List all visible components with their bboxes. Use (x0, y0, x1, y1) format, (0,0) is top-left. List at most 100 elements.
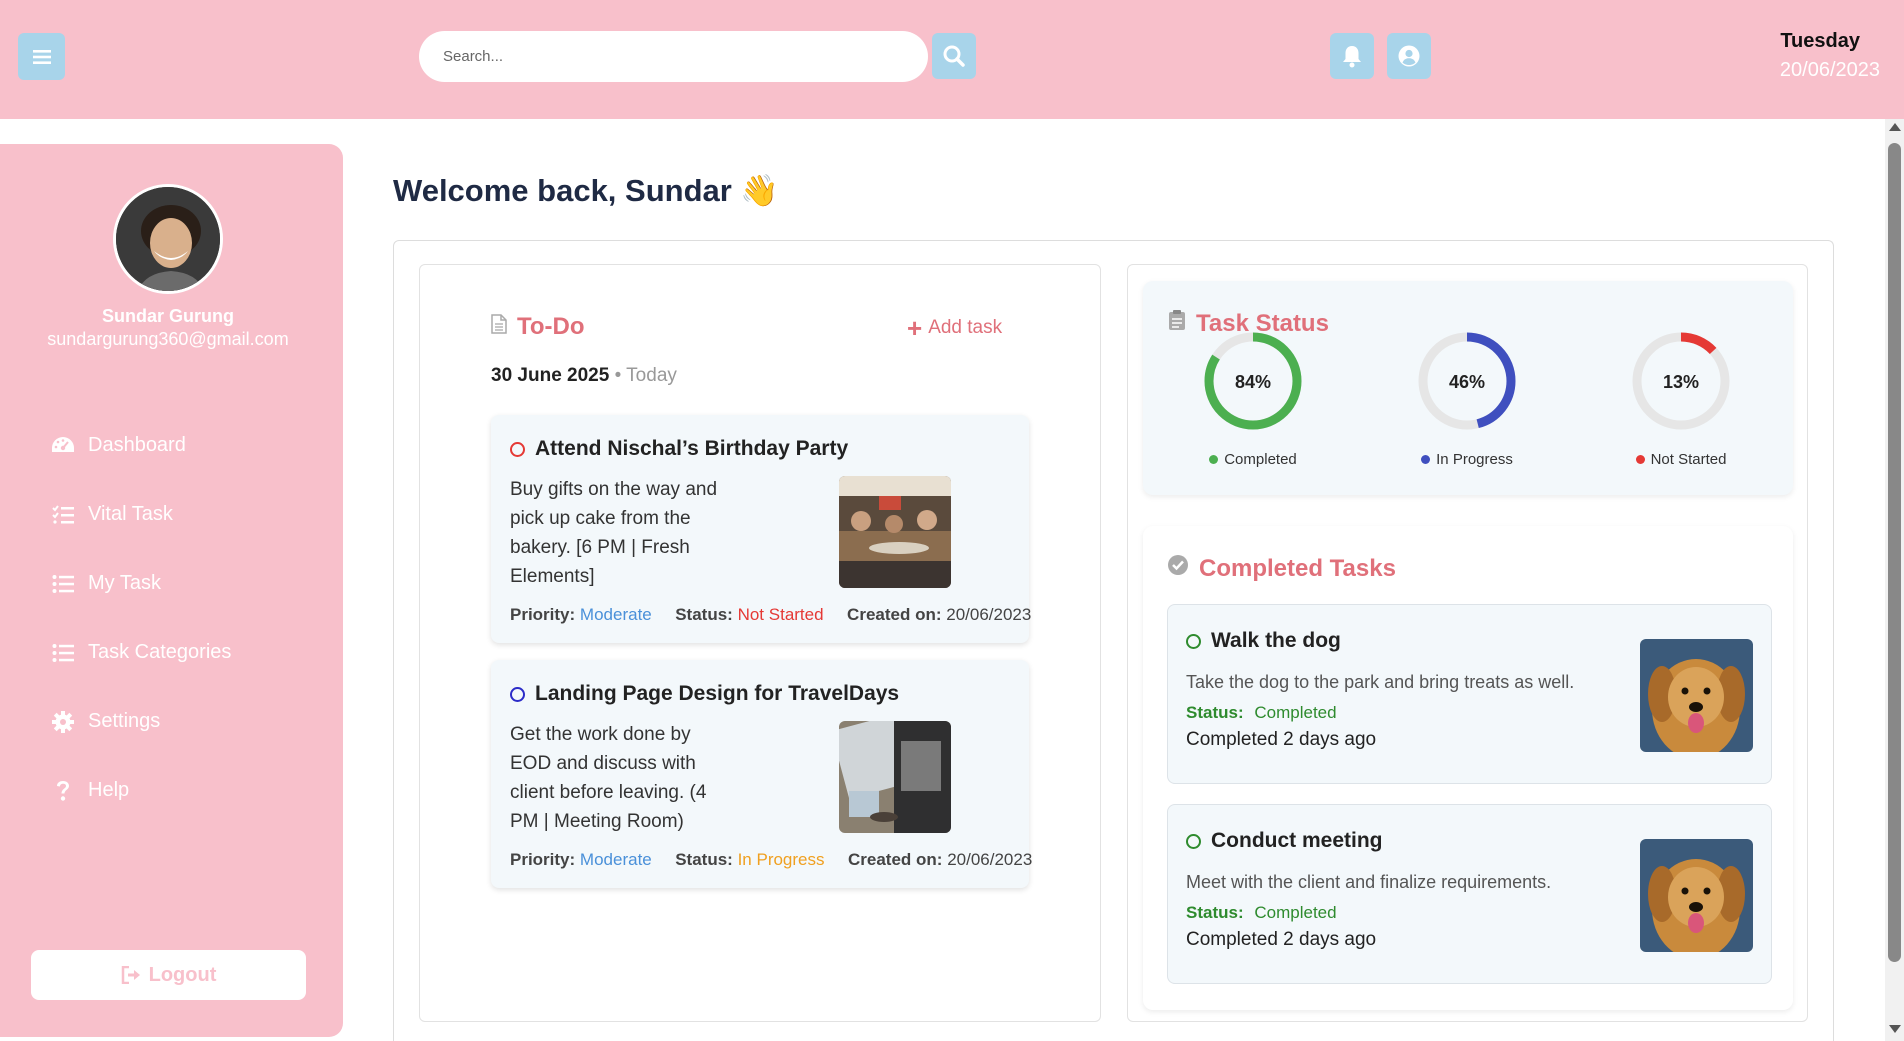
user-circle-icon (1398, 45, 1420, 67)
status-value: Not Started (737, 605, 824, 624)
status-ring-in-progress: 46% In Progress (1417, 331, 1517, 468)
sidebar-item-task-categories[interactable]: Task Categories (50, 618, 231, 687)
page-title: Welcome back, Sundar 👋 (393, 173, 780, 208)
todo-heading: To-Do (491, 313, 585, 341)
created-value: 20/06/2023 (947, 850, 1033, 869)
sidebar-item-label: Task Categories (88, 641, 232, 663)
legend-dot (1209, 455, 1219, 464)
search-input[interactable] (419, 31, 928, 82)
vital-task-icon (50, 502, 76, 528)
legend-dot (1635, 455, 1645, 464)
sidebar-item-label: Settings (88, 710, 161, 732)
scroll-down-arrow-icon[interactable] (1889, 1025, 1901, 1033)
status-ring-completed: 84% Completed (1203, 331, 1303, 468)
search-box (419, 31, 928, 82)
todo-card: To-Do + Add task 30 June 2025 • Today At… (419, 264, 1101, 1022)
ring-legend: In Progress (1387, 451, 1547, 468)
ring-percent: 13% (1663, 372, 1699, 392)
dog-image (1640, 839, 1753, 952)
completed-task[interactable]: Walk the dog Take the dog to the park an… (1167, 604, 1772, 784)
current-date: 20/06/2023 (1779, 59, 1880, 81)
ring-legend: Completed (1173, 451, 1333, 468)
priority-value: Moderate (579, 605, 652, 624)
sidebar-item-settings[interactable]: Settings (50, 687, 231, 756)
status-label: Status: (1186, 703, 1244, 722)
avatar-image (116, 187, 220, 291)
ring-percent: 46% (1449, 372, 1485, 392)
priority-label: Priority: (510, 605, 576, 624)
todo-date-today: • Today (614, 365, 677, 386)
priority-value: Moderate (579, 850, 652, 869)
status-label: Status: (675, 850, 733, 869)
add-task-button[interactable]: + Add task (907, 315, 1002, 341)
task-description: Get the work done by EOD and discuss wit… (510, 724, 707, 832)
add-task-label: Add task (928, 317, 1003, 338)
progress-ring: 46% (1418, 332, 1516, 430)
question-icon (50, 778, 76, 804)
user-email: sundargurung360@gmail.com (47, 329, 289, 349)
task-title-row: Landing Page Design for TravelDays (510, 682, 899, 706)
legend-dot (1421, 455, 1431, 464)
ring-label-text: Not Started (1650, 451, 1727, 468)
task-meta: Priority: Moderate Status: In Progress C… (510, 850, 1032, 870)
task-status: Status: Completed (1186, 903, 1337, 923)
logout-button[interactable]: Logout (31, 950, 306, 1000)
progress-ring: 84% (1204, 332, 1302, 430)
sidebar-item-vital-task[interactable]: Vital Task (50, 480, 231, 549)
status-ring-not-started: 13% Not Started (1631, 331, 1731, 468)
sidebar-item-label: Dashboard (88, 434, 186, 456)
progress-ring: 13% (1632, 332, 1730, 430)
status-label: Status: (1186, 903, 1244, 922)
scroll-up-arrow-icon[interactable] (1889, 123, 1901, 131)
sidebar-item-label: Vital Task (88, 503, 173, 525)
completed-task[interactable]: Conduct meeting Meet with the client and… (1167, 804, 1772, 984)
task-description: Take the dog to the park and bring treat… (1186, 672, 1575, 692)
sidebar-item-label: Help (88, 779, 130, 801)
todo-task[interactable]: Attend Nischal’s Birthday Party Buy gift… (491, 415, 1031, 643)
sidebar-item-my-task[interactable]: My Task (50, 549, 231, 618)
status-label: Status: (675, 605, 733, 624)
profile-button[interactable] (1387, 33, 1431, 79)
task-status-circle-icon (510, 441, 525, 457)
sidebar-nav: Dashboard Vital Task My Task Task Catego… (50, 411, 231, 825)
status-value: Completed (1254, 703, 1337, 722)
menu-button[interactable] (18, 33, 65, 80)
page-scrollbar[interactable] (1885, 119, 1904, 1041)
dashboard-icon (50, 433, 76, 459)
search-button[interactable] (932, 33, 976, 79)
task-title-row: Attend Nischal’s Birthday Party (510, 437, 848, 461)
task-meta: Priority: Moderate Status: Not Started C… (510, 605, 1031, 625)
logout-label: Logout (148, 963, 217, 986)
completed-tasks-box: Completed Tasks Walk the dog Take the do… (1143, 526, 1793, 1010)
todo-task[interactable]: Landing Page Design for TravelDays Get t… (491, 660, 1032, 888)
priority-label: Priority: (510, 850, 576, 869)
search-icon (943, 45, 965, 67)
completed-when: Completed 2 days ago (1186, 729, 1377, 750)
logout-icon (121, 966, 140, 984)
sidebar-item-help[interactable]: Help (50, 756, 231, 825)
clipboard-icon (1168, 309, 1186, 338)
completed-heading: Completed Tasks (1167, 554, 1396, 583)
notifications-button[interactable] (1330, 33, 1374, 79)
status-value: In Progress (737, 850, 825, 869)
gear-icon (50, 709, 76, 735)
task-title-row: Walk the dog (1186, 629, 1341, 653)
list-icon (50, 571, 76, 597)
list-icon (50, 640, 76, 666)
task-status-circle-icon (1186, 633, 1201, 649)
scroll-thumb[interactable] (1888, 143, 1901, 962)
sidebar-item-label: My Task (88, 572, 161, 594)
document-icon (491, 313, 507, 341)
task-title-row: Conduct meeting (1186, 829, 1383, 853)
user-name: Sundar Gurung (102, 306, 234, 326)
task-title: Attend Nischal’s Birthday Party (535, 437, 849, 460)
created-label: Created on: (847, 850, 943, 869)
task-status: Status: Completed (1186, 703, 1337, 723)
top-bar: Tuesday 20/06/2023 (0, 0, 1904, 119)
created-label: Created on: (847, 605, 942, 624)
ring-percent: 84% (1235, 372, 1271, 392)
ring-legend: Not Started (1601, 451, 1761, 468)
todo-date: 30 June 2025 • Today (491, 365, 677, 387)
sidebar-item-dashboard[interactable]: Dashboard (50, 411, 231, 480)
created-value: 20/06/2023 (946, 605, 1032, 624)
